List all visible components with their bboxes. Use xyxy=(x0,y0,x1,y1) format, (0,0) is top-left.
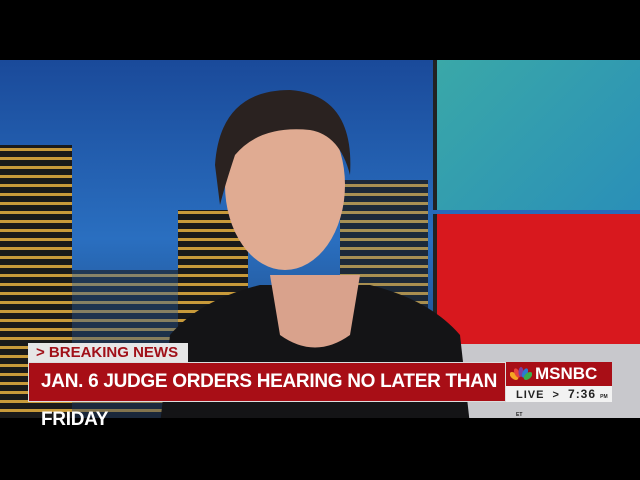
time: 7:36 xyxy=(568,387,597,401)
headline: JAN. 6 JUDGE ORDERS HEARING NO LATER THA… xyxy=(28,362,506,430)
chevron-right-icon: > xyxy=(552,389,560,401)
peacock-icon xyxy=(510,367,532,380)
network-name: MSNBC xyxy=(535,364,598,383)
network-logo: MSNBC xyxy=(506,362,612,386)
live-label: LIVE xyxy=(516,389,545,401)
breaking-news-label: > BREAKING NEWS xyxy=(28,343,188,362)
live-indicator: LIVE > 7:36 PM ET xyxy=(506,386,612,418)
